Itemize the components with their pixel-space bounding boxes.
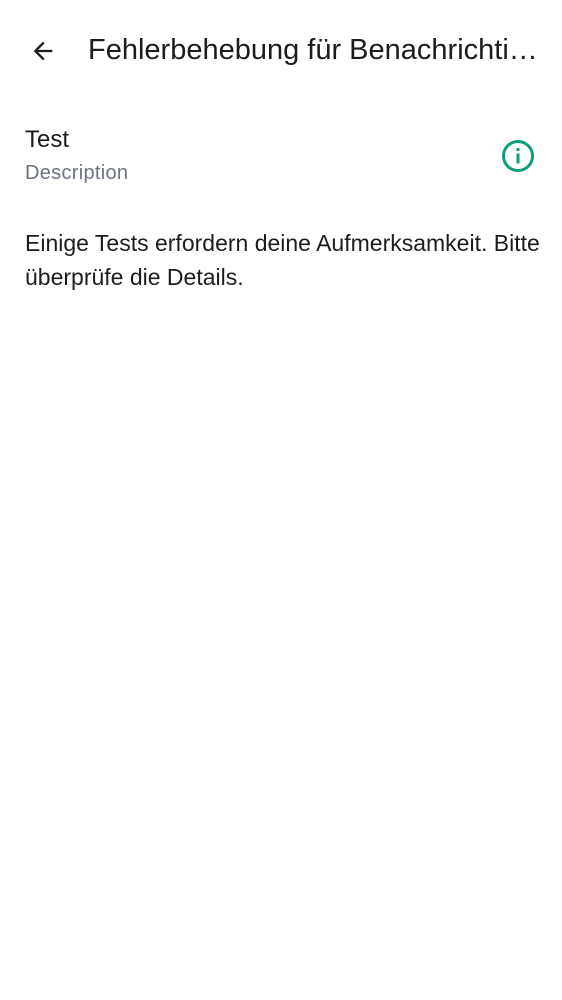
test-list-item[interactable]: Test Description bbox=[0, 118, 562, 198]
page-title: Fehlerbehebung für Benachrichtigungen bbox=[88, 34, 544, 66]
status-message: Einige Tests erfordern deine Aufmerksamk… bbox=[25, 230, 540, 290]
test-item-title: Test bbox=[25, 126, 70, 153]
back-button[interactable] bbox=[20, 28, 66, 74]
test-item-description: Description bbox=[25, 162, 129, 184]
info-icon[interactable] bbox=[500, 138, 536, 174]
arrow-back-icon bbox=[29, 37, 57, 65]
top-app-bar: Fehlerbehebung für Benachrichtigungen bbox=[0, 0, 562, 100]
